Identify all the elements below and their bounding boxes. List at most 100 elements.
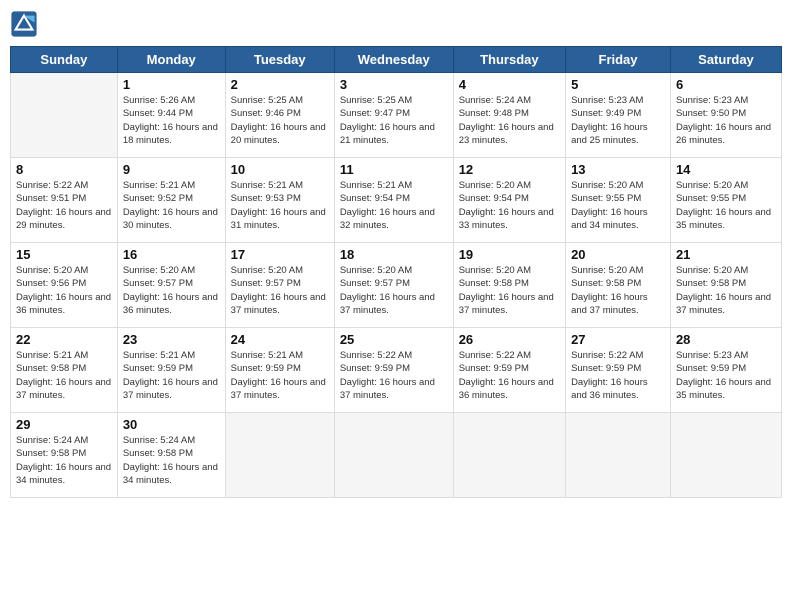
day-number: 23	[123, 332, 220, 347]
day-cell: 27 Sunrise: 5:22 AM Sunset: 9:59 PM Dayl…	[566, 328, 671, 413]
week-row-4: 29 Sunrise: 5:24 AM Sunset: 9:58 PM Dayl…	[11, 413, 782, 498]
day-number: 26	[459, 332, 560, 347]
day-info: Sunrise: 5:21 AM Sunset: 9:52 PM Dayligh…	[123, 179, 220, 232]
day-cell: 22 Sunrise: 5:21 AM Sunset: 9:58 PM Dayl…	[11, 328, 118, 413]
day-number: 25	[340, 332, 448, 347]
day-number: 12	[459, 162, 560, 177]
day-info: Sunrise: 5:20 AM Sunset: 9:58 PM Dayligh…	[459, 264, 560, 317]
day-info: Sunrise: 5:20 AM Sunset: 9:55 PM Dayligh…	[571, 179, 665, 232]
day-number: 1	[123, 77, 220, 92]
week-row-0: 1 Sunrise: 5:26 AM Sunset: 9:44 PM Dayli…	[11, 73, 782, 158]
day-cell: 21 Sunrise: 5:20 AM Sunset: 9:58 PM Dayl…	[670, 243, 781, 328]
day-info: Sunrise: 5:20 AM Sunset: 9:57 PM Dayligh…	[123, 264, 220, 317]
day-cell: 26 Sunrise: 5:22 AM Sunset: 9:59 PM Dayl…	[453, 328, 565, 413]
day-cell: 23 Sunrise: 5:21 AM Sunset: 9:59 PM Dayl…	[117, 328, 225, 413]
day-cell: 3 Sunrise: 5:25 AM Sunset: 9:47 PM Dayli…	[334, 73, 453, 158]
day-cell: 5 Sunrise: 5:23 AM Sunset: 9:49 PM Dayli…	[566, 73, 671, 158]
day-number: 3	[340, 77, 448, 92]
day-info: Sunrise: 5:21 AM Sunset: 9:59 PM Dayligh…	[231, 349, 329, 402]
logo	[10, 10, 42, 38]
day-header-saturday: Saturday	[670, 47, 781, 73]
day-number: 30	[123, 417, 220, 432]
day-cell: 12 Sunrise: 5:20 AM Sunset: 9:54 PM Dayl…	[453, 158, 565, 243]
day-cell: 24 Sunrise: 5:21 AM Sunset: 9:59 PM Dayl…	[225, 328, 334, 413]
day-info: Sunrise: 5:20 AM Sunset: 9:56 PM Dayligh…	[16, 264, 112, 317]
page-header	[10, 10, 782, 38]
day-cell: 19 Sunrise: 5:20 AM Sunset: 9:58 PM Dayl…	[453, 243, 565, 328]
day-info: Sunrise: 5:20 AM Sunset: 9:57 PM Dayligh…	[231, 264, 329, 317]
day-cell	[225, 413, 334, 498]
day-number: 15	[16, 247, 112, 262]
day-info: Sunrise: 5:22 AM Sunset: 9:51 PM Dayligh…	[16, 179, 112, 232]
day-header-wednesday: Wednesday	[334, 47, 453, 73]
day-cell: 1 Sunrise: 5:26 AM Sunset: 9:44 PM Dayli…	[117, 73, 225, 158]
day-number: 5	[571, 77, 665, 92]
day-cell	[566, 413, 671, 498]
day-cell	[670, 413, 781, 498]
day-header-sunday: Sunday	[11, 47, 118, 73]
day-number: 10	[231, 162, 329, 177]
day-header-monday: Monday	[117, 47, 225, 73]
day-cell: 28 Sunrise: 5:23 AM Sunset: 9:59 PM Dayl…	[670, 328, 781, 413]
day-info: Sunrise: 5:25 AM Sunset: 9:46 PM Dayligh…	[231, 94, 329, 147]
day-cell: 25 Sunrise: 5:22 AM Sunset: 9:59 PM Dayl…	[334, 328, 453, 413]
calendar-table: SundayMondayTuesdayWednesdayThursdayFrid…	[10, 46, 782, 498]
day-info: Sunrise: 5:21 AM Sunset: 9:53 PM Dayligh…	[231, 179, 329, 232]
day-info: Sunrise: 5:26 AM Sunset: 9:44 PM Dayligh…	[123, 94, 220, 147]
week-row-2: 15 Sunrise: 5:20 AM Sunset: 9:56 PM Dayl…	[11, 243, 782, 328]
day-cell: 16 Sunrise: 5:20 AM Sunset: 9:57 PM Dayl…	[117, 243, 225, 328]
day-number: 8	[16, 162, 112, 177]
day-number: 14	[676, 162, 776, 177]
day-info: Sunrise: 5:25 AM Sunset: 9:47 PM Dayligh…	[340, 94, 448, 147]
day-info: Sunrise: 5:21 AM Sunset: 9:54 PM Dayligh…	[340, 179, 448, 232]
day-number: 24	[231, 332, 329, 347]
day-info: Sunrise: 5:24 AM Sunset: 9:58 PM Dayligh…	[123, 434, 220, 487]
day-cell: 2 Sunrise: 5:25 AM Sunset: 9:46 PM Dayli…	[225, 73, 334, 158]
day-info: Sunrise: 5:22 AM Sunset: 9:59 PM Dayligh…	[571, 349, 665, 402]
day-header-friday: Friday	[566, 47, 671, 73]
day-number: 21	[676, 247, 776, 262]
day-cell: 6 Sunrise: 5:23 AM Sunset: 9:50 PM Dayli…	[670, 73, 781, 158]
day-cell: 11 Sunrise: 5:21 AM Sunset: 9:54 PM Dayl…	[334, 158, 453, 243]
day-info: Sunrise: 5:23 AM Sunset: 9:50 PM Dayligh…	[676, 94, 776, 147]
day-cell: 10 Sunrise: 5:21 AM Sunset: 9:53 PM Dayl…	[225, 158, 334, 243]
day-cell: 18 Sunrise: 5:20 AM Sunset: 9:57 PM Dayl…	[334, 243, 453, 328]
day-number: 27	[571, 332, 665, 347]
day-cell	[453, 413, 565, 498]
day-cell: 30 Sunrise: 5:24 AM Sunset: 9:58 PM Dayl…	[117, 413, 225, 498]
day-info: Sunrise: 5:24 AM Sunset: 9:48 PM Dayligh…	[459, 94, 560, 147]
day-cell: 9 Sunrise: 5:21 AM Sunset: 9:52 PM Dayli…	[117, 158, 225, 243]
day-number: 22	[16, 332, 112, 347]
day-number: 9	[123, 162, 220, 177]
day-header-thursday: Thursday	[453, 47, 565, 73]
day-cell: 14 Sunrise: 5:20 AM Sunset: 9:55 PM Dayl…	[670, 158, 781, 243]
day-number: 13	[571, 162, 665, 177]
day-number: 16	[123, 247, 220, 262]
day-header-tuesday: Tuesday	[225, 47, 334, 73]
day-info: Sunrise: 5:23 AM Sunset: 9:49 PM Dayligh…	[571, 94, 665, 147]
day-cell: 8 Sunrise: 5:22 AM Sunset: 9:51 PM Dayli…	[11, 158, 118, 243]
day-info: Sunrise: 5:22 AM Sunset: 9:59 PM Dayligh…	[459, 349, 560, 402]
day-cell: 13 Sunrise: 5:20 AM Sunset: 9:55 PM Dayl…	[566, 158, 671, 243]
day-info: Sunrise: 5:20 AM Sunset: 9:57 PM Dayligh…	[340, 264, 448, 317]
day-cell	[334, 413, 453, 498]
day-info: Sunrise: 5:21 AM Sunset: 9:59 PM Dayligh…	[123, 349, 220, 402]
day-number: 4	[459, 77, 560, 92]
day-cell: 15 Sunrise: 5:20 AM Sunset: 9:56 PM Dayl…	[11, 243, 118, 328]
day-info: Sunrise: 5:20 AM Sunset: 9:54 PM Dayligh…	[459, 179, 560, 232]
day-number: 18	[340, 247, 448, 262]
day-info: Sunrise: 5:21 AM Sunset: 9:58 PM Dayligh…	[16, 349, 112, 402]
day-info: Sunrise: 5:20 AM Sunset: 9:58 PM Dayligh…	[571, 264, 665, 317]
day-info: Sunrise: 5:22 AM Sunset: 9:59 PM Dayligh…	[340, 349, 448, 402]
day-number: 29	[16, 417, 112, 432]
day-cell	[11, 73, 118, 158]
logo-icon	[10, 10, 38, 38]
day-number: 17	[231, 247, 329, 262]
day-cell: 29 Sunrise: 5:24 AM Sunset: 9:58 PM Dayl…	[11, 413, 118, 498]
day-number: 20	[571, 247, 665, 262]
day-info: Sunrise: 5:23 AM Sunset: 9:59 PM Dayligh…	[676, 349, 776, 402]
day-info: Sunrise: 5:20 AM Sunset: 9:55 PM Dayligh…	[676, 179, 776, 232]
day-cell: 20 Sunrise: 5:20 AM Sunset: 9:58 PM Dayl…	[566, 243, 671, 328]
day-number: 19	[459, 247, 560, 262]
week-row-3: 22 Sunrise: 5:21 AM Sunset: 9:58 PM Dayl…	[11, 328, 782, 413]
